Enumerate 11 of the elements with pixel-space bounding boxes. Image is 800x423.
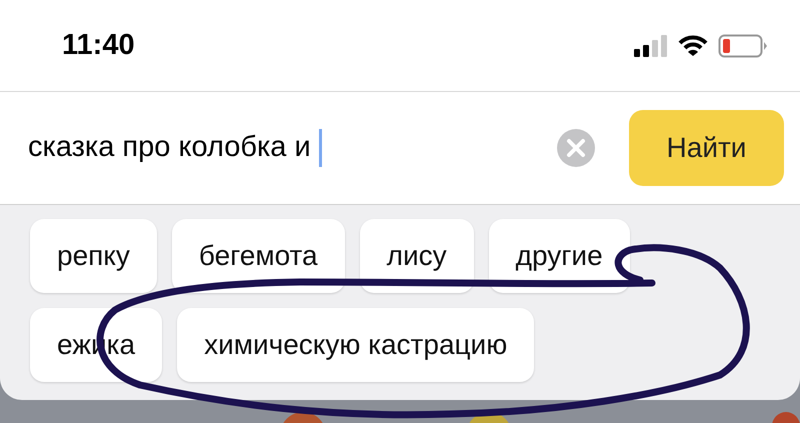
status-time: 11:40 — [62, 28, 135, 63]
search-button[interactable]: Найти — [629, 110, 784, 186]
suggestion-chip[interactable]: бегемота — [172, 219, 345, 293]
suggestion-chip[interactable]: лису — [360, 219, 474, 293]
clear-icon[interactable] — [557, 129, 595, 167]
battery-icon — [718, 34, 768, 58]
suggestion-chip[interactable]: репку — [30, 219, 157, 293]
signal-icon — [634, 34, 668, 56]
wifi-icon — [678, 34, 708, 56]
search-field[interactable]: сказка про колобка и — [28, 126, 322, 170]
suggestion-chip[interactable]: химическую кастрацию — [177, 308, 534, 382]
